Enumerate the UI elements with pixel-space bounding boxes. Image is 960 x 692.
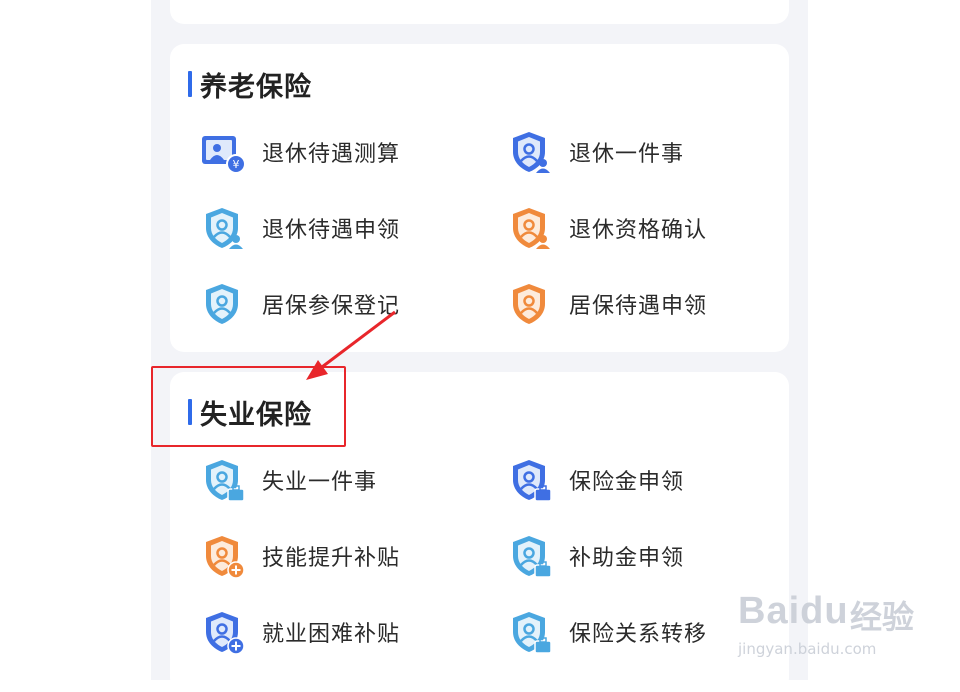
shield-person-icon (206, 284, 238, 324)
service-label: 保险金申领 (569, 470, 685, 495)
service-retirement-qualification[interactable]: 退休资格确认 (505, 202, 707, 254)
shield-briefcase-icon (513, 612, 552, 654)
watermark-suffix: 经验 (850, 598, 915, 636)
service-resident-insurance-register[interactable]: 居保参保登记 (198, 278, 400, 330)
service-label: 退休待遇申领 (262, 218, 401, 243)
section-title-pension: 养老保险 (188, 66, 312, 103)
calculator-yuan-icon: ¥ (202, 136, 246, 174)
shield-person-icon (206, 208, 243, 249)
shield-plus-icon (206, 612, 245, 655)
service-resident-benefit-claim[interactable]: 居保待遇申领 (505, 278, 707, 330)
shield-briefcase-icon (513, 460, 552, 502)
watermark-logo: Baidu (738, 590, 849, 632)
watermark-url: jingyan.baidu.com (738, 640, 877, 658)
service-retirement-one-thing[interactable]: 退休一件事 (505, 126, 684, 178)
service-retirement-benefit-claim[interactable]: 退休待遇申领 (198, 202, 400, 254)
service-label: 居保待遇申领 (569, 294, 708, 319)
shield-briefcase-icon (513, 536, 552, 578)
service-label: 技能提升补贴 (262, 546, 401, 571)
service-label: 失业一件事 (262, 470, 378, 495)
shield-person-icon (513, 132, 550, 173)
service-label: 补助金申领 (569, 546, 685, 571)
service-label: 退休待遇测算 (262, 142, 401, 167)
service-insurance-relation-transfer[interactable]: 保险关系转移 (505, 606, 707, 658)
service-insurance-benefit-claim[interactable]: 保险金申领 (505, 454, 684, 506)
pension-insurance-card: 养老保险 ¥ 退休待遇测算 退休一件事 退休待遇申领 退休资格确认 居保参保登记… (170, 44, 789, 352)
service-label: 退休一件事 (569, 142, 685, 167)
service-label: 就业困难补贴 (262, 622, 401, 647)
previous-section-card (170, 0, 789, 24)
service-label: 居保参保登记 (262, 294, 401, 319)
service-skill-upgrade-subsidy[interactable]: 技能提升补贴 (198, 530, 400, 582)
shield-briefcase-icon (206, 460, 245, 502)
service-employment-difficulty-subsidy[interactable]: 就业困难补贴 (198, 606, 400, 658)
baidu-watermark: Baidu 经验 jingyan.baidu.com (732, 580, 922, 662)
section-accent-bar (188, 71, 192, 97)
service-allowance-claim[interactable]: 补助金申领 (505, 530, 684, 582)
section-title-text: 养老保险 (200, 71, 312, 103)
service-label: 保险关系转移 (569, 622, 708, 647)
shield-plus-icon (206, 536, 245, 579)
service-label: 退休资格确认 (569, 218, 708, 243)
service-retirement-calculation[interactable]: ¥ 退休待遇测算 (198, 126, 400, 178)
shield-person-icon (513, 284, 545, 324)
service-unemployment-one-thing[interactable]: 失业一件事 (198, 454, 377, 506)
shield-person-icon (513, 208, 550, 249)
annotation-highlight-box (151, 366, 346, 447)
svg-text:¥: ¥ (233, 158, 240, 171)
